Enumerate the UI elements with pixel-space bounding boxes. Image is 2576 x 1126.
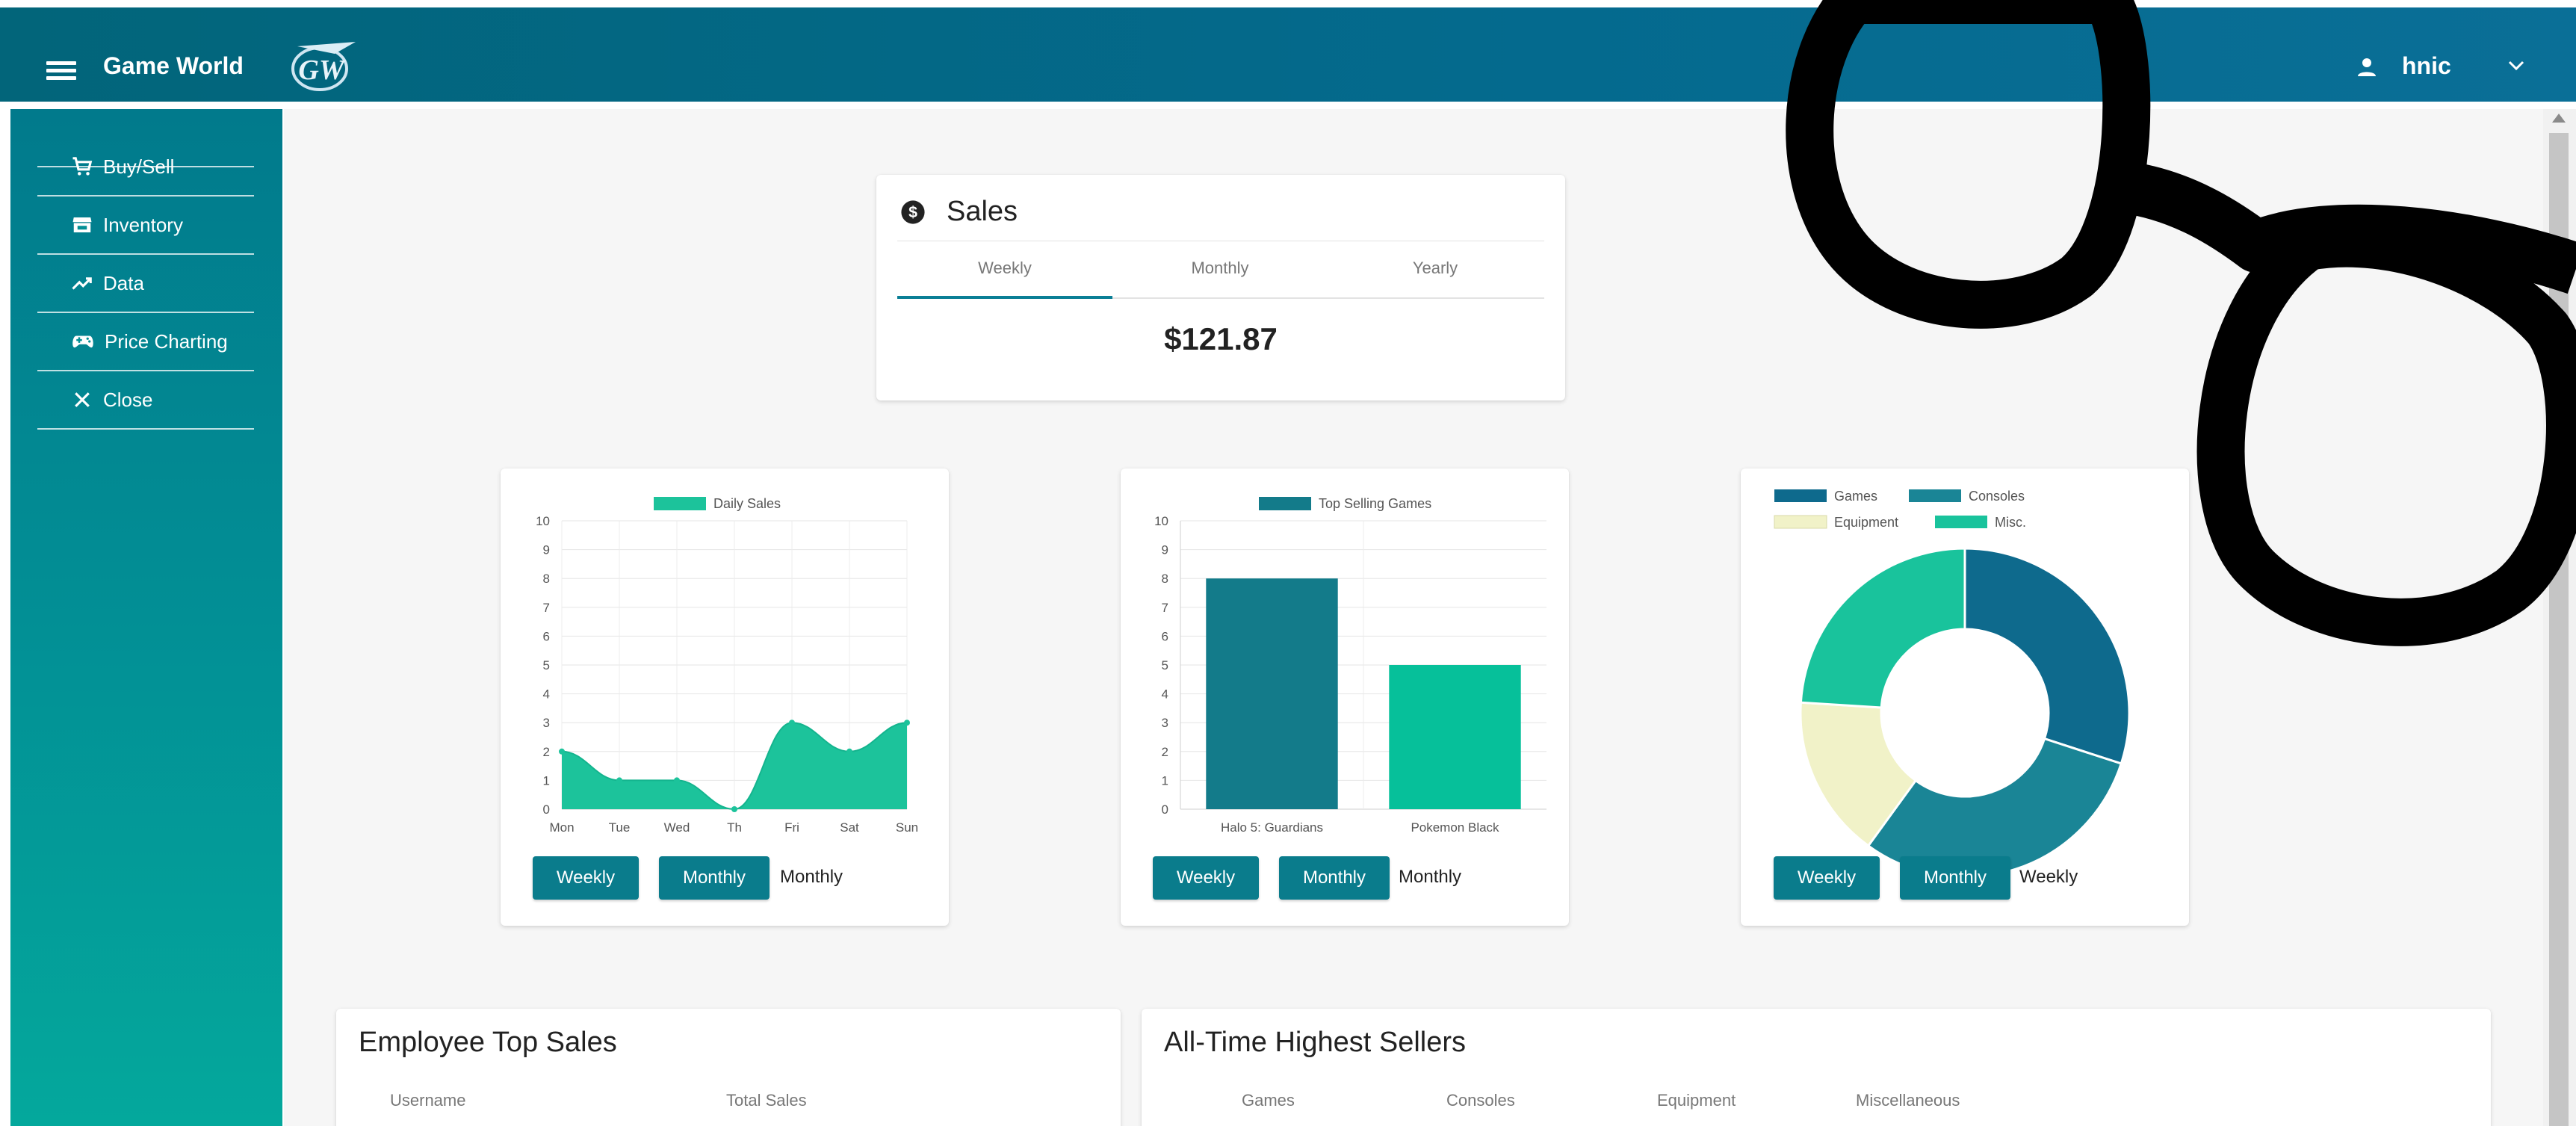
y-tick-label: 6 — [1162, 629, 1168, 643]
y-tick-label: 3 — [543, 716, 550, 730]
y-tick-label: 6 — [543, 629, 550, 643]
column-header-username: Username — [390, 1091, 466, 1110]
y-tick-label: 7 — [1162, 601, 1168, 615]
games-selected-period: Monthly — [1399, 867, 1462, 887]
x-tick-label: Fri — [784, 820, 799, 835]
y-tick-label: 8 — [543, 572, 550, 586]
bar — [1389, 665, 1521, 809]
sidebar-item-inventory[interactable]: Inventory — [37, 197, 254, 255]
data-point — [789, 720, 795, 726]
sidebar-item-data[interactable]: Data — [37, 255, 254, 313]
tab-yearly[interactable]: Yearly — [1328, 259, 1543, 278]
sales-value: $121.87 — [1164, 321, 1278, 356]
y-tick-label: 8 — [1162, 572, 1168, 586]
daily-selected-period: Monthly — [780, 867, 843, 887]
sidebar-item-label: Data — [103, 271, 144, 294]
dollar-circle-icon: $ — [901, 199, 925, 224]
sidebar-item-buy-sell[interactable]: Buy/Sell — [37, 138, 254, 197]
active-tab-indicator — [897, 296, 1112, 299]
sales-card: $ Sales Weekly Monthly Yearly $121.87 — [876, 175, 1565, 400]
sales-title: Sales — [947, 196, 1018, 227]
app-logo: GW — [291, 42, 356, 91]
x-tick-label: Pokemon Black — [1411, 820, 1499, 835]
legend-label: Daily Sales — [713, 496, 781, 511]
tab-monthly[interactable]: Monthly — [1112, 259, 1328, 278]
sidebar-item-close[interactable]: Close — [37, 371, 254, 430]
sidebar-item-label: Inventory — [103, 213, 183, 236]
app-title: Game World — [103, 52, 244, 79]
y-tick-label: 4 — [543, 687, 550, 702]
column-header-consoles: Consoles — [1446, 1091, 1515, 1110]
close-icon — [75, 392, 90, 407]
sidebar-item-label: Buy/Sell — [103, 155, 175, 178]
sidebar-item-price-charting[interactable]: Price Charting — [37, 313, 254, 371]
category-monthly-button[interactable]: Monthly — [1900, 856, 2010, 900]
column-header-games: Games — [1242, 1091, 1295, 1110]
sidebar-item-label: Close — [103, 388, 153, 411]
svg-text:$: $ — [908, 203, 917, 221]
gamepad-icon — [72, 335, 93, 348]
all-time-highest-sellers-card: All-Time Highest Sellers Games Consoles … — [1142, 1009, 2491, 1126]
y-tick-label: 2 — [1162, 745, 1168, 759]
y-tick-label: 3 — [1162, 716, 1168, 730]
data-point — [731, 806, 737, 812]
employee-top-sales-title: Employee Top Sales — [359, 1027, 617, 1058]
y-tick-label: 10 — [536, 514, 550, 528]
store-icon — [72, 217, 92, 232]
data-point — [616, 777, 622, 784]
x-tick-label: Halo 5: Guardians — [1221, 820, 1323, 835]
data-point — [559, 748, 565, 755]
games-weekly-button[interactable]: Weekly — [1153, 856, 1259, 900]
y-tick-label: 9 — [543, 543, 550, 557]
y-tick-label: 1 — [543, 773, 550, 788]
all-time-highest-sellers-title: All-Time Highest Sellers — [1164, 1027, 1467, 1058]
data-point — [904, 720, 910, 726]
y-tick-label: 9 — [1162, 543, 1168, 557]
x-tick-label: Sun — [896, 820, 918, 835]
glasses-overlay — [1786, 0, 2576, 646]
logo-text: GW — [298, 55, 346, 86]
games-monthly-button[interactable]: Monthly — [1279, 856, 1390, 900]
y-tick-label: 10 — [1154, 514, 1168, 528]
legend-label: Top Selling Games — [1319, 496, 1431, 511]
column-header-miscellaneous: Miscellaneous — [1856, 1091, 1960, 1110]
x-tick-label: Tue — [609, 820, 631, 835]
column-header-total-sales: Total Sales — [726, 1091, 807, 1110]
x-tick-label: Sat — [840, 820, 859, 835]
y-tick-label: 2 — [543, 745, 550, 759]
cart-icon — [72, 157, 93, 176]
x-tick-label: Th — [727, 820, 742, 835]
legend-swatch — [654, 497, 706, 510]
tab-weekly[interactable]: Weekly — [897, 259, 1112, 278]
data-point — [846, 748, 852, 755]
y-tick-label: 5 — [1162, 658, 1168, 672]
trending-up-icon — [72, 277, 92, 290]
x-tick-label: Mon — [549, 820, 574, 835]
column-header-equipment: Equipment — [1657, 1091, 1736, 1110]
menu-icon[interactable] — [46, 61, 76, 80]
category-selected-period: Weekly — [2019, 867, 2078, 887]
bar — [1206, 578, 1338, 809]
data-point — [674, 777, 680, 784]
y-tick-label: 4 — [1162, 687, 1168, 702]
employee-top-sales-card: Employee Top Sales Username Total Sales — [336, 1009, 1121, 1126]
daily-monthly-button[interactable]: Monthly — [659, 856, 770, 900]
y-tick-label: 5 — [543, 658, 550, 672]
y-tick-label: 0 — [543, 802, 550, 817]
y-tick-label: 0 — [1162, 802, 1168, 817]
sidebar-item-label: Price Charting — [105, 330, 228, 353]
y-tick-label: 1 — [1162, 773, 1168, 788]
y-tick-label: 7 — [543, 601, 550, 615]
daily-weekly-button[interactable]: Weekly — [533, 856, 639, 900]
x-tick-label: Wed — [664, 820, 690, 835]
legend-swatch — [1259, 497, 1311, 510]
category-weekly-button[interactable]: Weekly — [1774, 856, 1880, 900]
